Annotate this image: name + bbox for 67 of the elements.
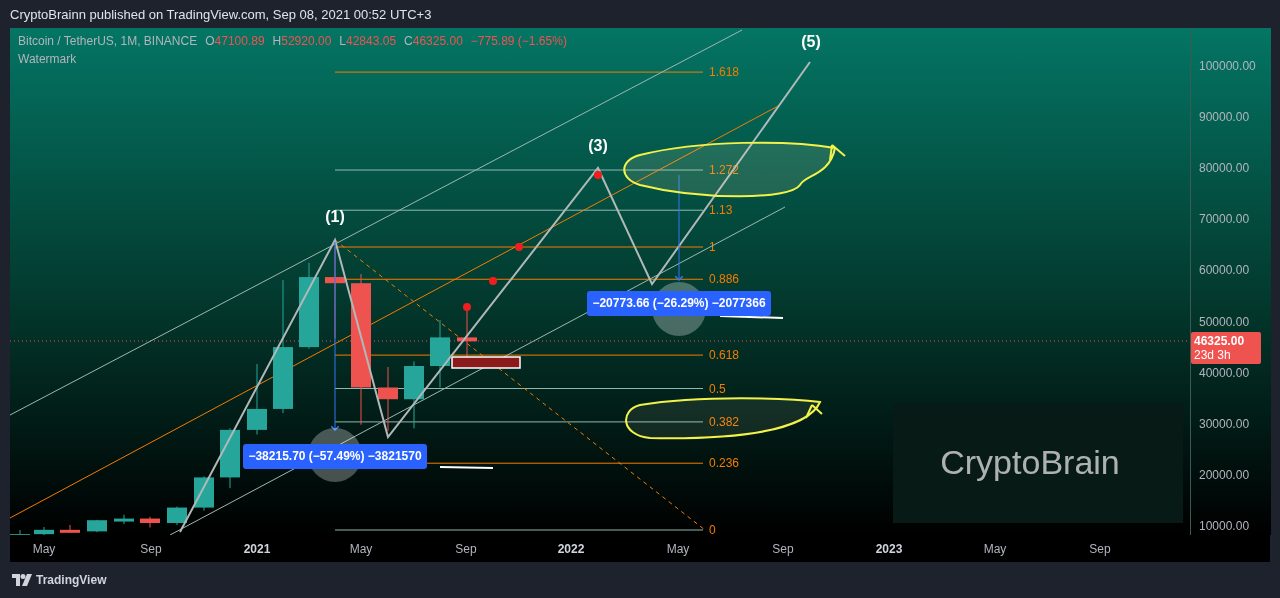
wave-label: (3): [588, 137, 608, 154]
signal-dot: [463, 303, 471, 311]
signal-dot: [594, 171, 602, 179]
indicator-name: Watermark: [18, 52, 78, 66]
watermark-text: CryptoBrain: [940, 443, 1120, 481]
logo-icon: [12, 574, 32, 586]
fib-level-label: 1.13: [709, 203, 733, 218]
candlestick: [140, 516, 160, 528]
time-label: 2023: [874, 542, 904, 556]
ohlc-value: C46325.00: [404, 34, 463, 48]
price-label: 40000.00: [1199, 365, 1250, 380]
zone-rectangle: [451, 356, 521, 369]
price-label: 10000.00: [1199, 518, 1250, 533]
fib-level-label: 0.618: [709, 348, 740, 363]
time-label: Sep: [454, 542, 478, 556]
fib-level-label: 0.886: [709, 272, 740, 287]
candlestick: [114, 514, 134, 525]
last-price-value: 46325.00: [1194, 334, 1246, 348]
candlestick: [10, 529, 30, 535]
candlestick: [87, 519, 107, 533]
candlestick: [34, 526, 54, 535]
fib-level-label: 0: [709, 523, 716, 535]
candlestick: [220, 427, 240, 489]
time-label: May: [665, 542, 691, 556]
fib-level-label: 1.618: [709, 65, 740, 80]
fib-level-label: 0.5: [709, 381, 726, 396]
candlestick: [167, 506, 187, 526]
time-label: Sep: [139, 542, 163, 556]
ohlc-value: H52920.00: [272, 34, 332, 48]
price-label: 60000.00: [1199, 263, 1250, 278]
time-label: May: [31, 542, 57, 556]
signal-dot: [489, 277, 497, 285]
fib-level-label: 1: [709, 240, 716, 254]
candlestick: [60, 524, 80, 534]
price-change: −775.89 (−1.65%): [470, 34, 567, 48]
time-label: Sep: [771, 542, 795, 556]
fib-level-label: 0.236: [709, 456, 740, 471]
time-label: May: [982, 542, 1008, 556]
marker-line: [719, 315, 784, 319]
price-label: 100000.00: [1199, 59, 1256, 73]
brand-name: TradingView: [36, 573, 107, 587]
fib-level-label: 0.382: [709, 414, 740, 429]
candlestick: [404, 360, 424, 429]
candlestick: [247, 363, 267, 435]
price-label: 30000.00: [1199, 416, 1250, 431]
price-label: 50000.00: [1199, 314, 1250, 329]
bar-countdown: 23d 3h: [1194, 348, 1232, 362]
ohlc-value: O47100.89: [205, 34, 265, 48]
price-label: 70000.00: [1199, 212, 1250, 227]
wave-label: (5): [801, 33, 821, 50]
price-label: 20000.00: [1199, 467, 1250, 482]
marker-line: [439, 466, 494, 469]
time-label: Sep: [1088, 542, 1112, 556]
time-label: 2022: [556, 542, 586, 556]
measure-label: −20773.66 (−26.29%) −2077366: [587, 291, 771, 316]
candlestick: [430, 319, 450, 388]
time-label: May: [348, 542, 374, 556]
price-label: 80000.00: [1199, 161, 1250, 176]
wave-label: (1): [325, 208, 345, 225]
symbol-title: Bitcoin / TetherUS, 1M, BINANCE: [18, 34, 198, 48]
price-label: 90000.00: [1199, 110, 1250, 125]
candlestick: [378, 366, 398, 432]
measure-label: −38215.70 (−57.49%) −3821570: [243, 444, 427, 469]
publisher-line: CryptoBrainn published on TradingView.com, Sep 08, 2021 00:52 UTC+3: [9, 6, 433, 24]
ohlc-value: L42843.05: [339, 34, 397, 48]
time-label: 2021: [242, 542, 272, 556]
signal-dot: [515, 243, 523, 251]
